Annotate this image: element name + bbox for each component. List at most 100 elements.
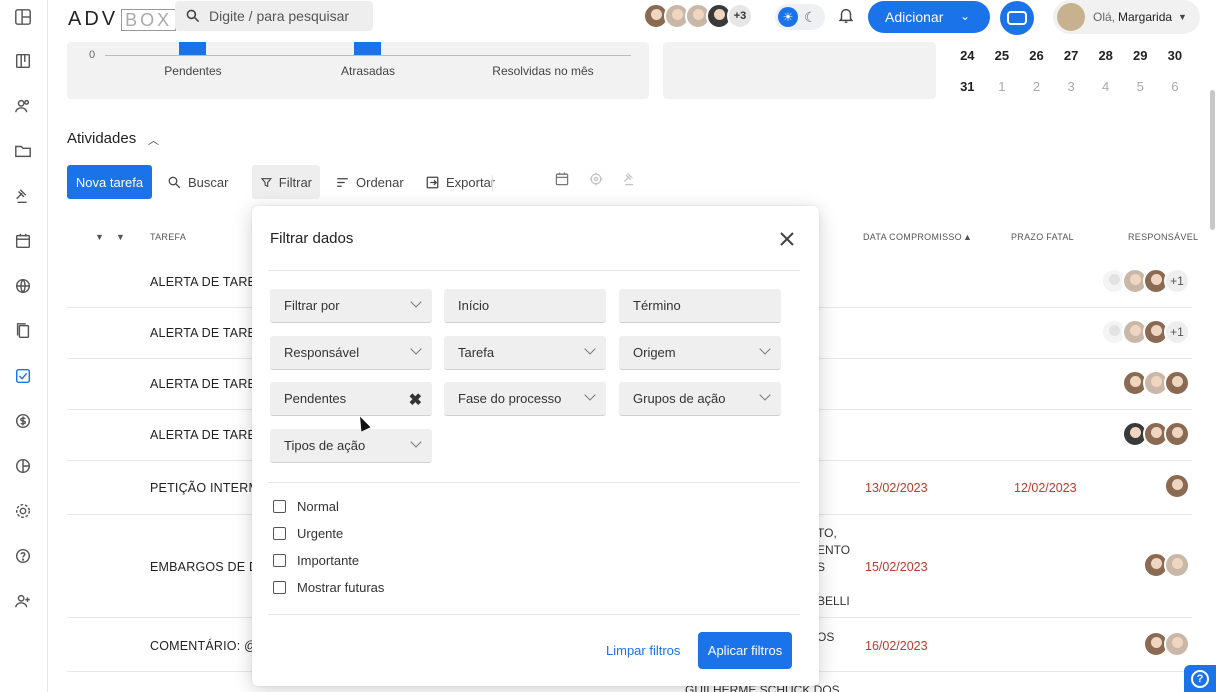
select-dropdown-icon[interactable]: ▼	[116, 232, 125, 242]
task-title[interactable]: EMBARGOS DE D	[150, 560, 258, 574]
task-title[interactable]: PETIÇÃO INTERM	[150, 481, 259, 495]
filter-button[interactable]: Filtrar	[252, 165, 320, 199]
avatar-more: +1	[1164, 268, 1190, 294]
search-button[interactable]: Buscar	[159, 165, 236, 199]
board-icon[interactable]	[12, 50, 34, 72]
task-title[interactable]: COMENTÁRIO: @:	[150, 639, 261, 653]
field-label: Início	[458, 298, 490, 313]
chevron-down-icon	[584, 389, 596, 401]
start-date-field[interactable]: Início	[444, 289, 606, 323]
responsible-avatars[interactable]: +1	[1101, 268, 1190, 294]
checkbox-important[interactable]: Importante	[273, 553, 359, 568]
calendar-day[interactable]: 24	[950, 48, 985, 63]
calendar-day[interactable]: 25	[985, 48, 1020, 63]
calendar-day[interactable]: 28	[1088, 48, 1123, 63]
avatar-more[interactable]: +3	[727, 3, 753, 29]
action-groups-select[interactable]: Grupos de ação	[619, 382, 781, 416]
scrollbar[interactable]	[1210, 90, 1215, 230]
col-responsible[interactable]: RESPONSÁVEL	[1128, 232, 1198, 242]
target-icon[interactable]	[588, 171, 606, 189]
folder-icon[interactable]	[12, 140, 34, 162]
chevron-up-icon[interactable]: ︿	[148, 132, 159, 148]
close-icon[interactable]	[776, 228, 798, 250]
sort-button[interactable]: Ordenar	[327, 165, 412, 199]
top-bar: ADV BOX Digite / para pesquisar +3 ☀ ☾ A…	[48, 0, 1216, 42]
calendar-day[interactable]: 31	[950, 79, 985, 94]
checkbox[interactable]	[273, 554, 286, 567]
responsible-avatars[interactable]	[1143, 631, 1190, 657]
calendar-day-next-month[interactable]: 6	[1158, 79, 1193, 94]
chart-icon[interactable]	[12, 455, 34, 477]
mini-calendar: 24 25 26 27 28 29 30 31 1 2 3 4 5 6	[950, 40, 1195, 102]
globe-icon[interactable]	[12, 275, 34, 297]
task-select[interactable]: Tarefa	[444, 336, 606, 370]
logo[interactable]: ADV BOX	[68, 8, 177, 31]
task-title[interactable]: ALERTA DE TAREI	[150, 377, 260, 391]
modal-divider	[268, 482, 800, 483]
calendar-day[interactable]: 27	[1054, 48, 1089, 63]
search-input[interactable]: Digite / para pesquisar	[175, 1, 373, 31]
calendar-icon[interactable]	[12, 230, 34, 252]
calendar-day-next-month[interactable]: 1	[985, 79, 1020, 94]
col-date[interactable]: DATA COMPROMISSO	[863, 232, 962, 242]
calendar-day-next-month[interactable]: 5	[1123, 79, 1158, 94]
help-icon[interactable]	[12, 545, 34, 567]
people-icon[interactable]	[12, 95, 34, 117]
checkbox[interactable]	[273, 527, 286, 540]
help-button[interactable]: ?	[1184, 665, 1216, 692]
calendar-day-next-month[interactable]: 2	[1019, 79, 1054, 94]
detail-line: TO,	[817, 526, 837, 540]
clear-icon[interactable]: ✖	[409, 390, 422, 410]
action-types-select[interactable]: Tipos de ação	[270, 429, 432, 463]
calendar-day-next-month[interactable]: 4	[1088, 79, 1123, 94]
gavel-icon[interactable]	[622, 171, 640, 189]
export-button[interactable]: Exportar	[417, 165, 503, 199]
new-task-button[interactable]: Nova tarefa	[67, 165, 152, 199]
calendar-view-icon[interactable]	[554, 171, 572, 189]
add-user-icon[interactable]	[12, 590, 34, 612]
col-deadline[interactable]: PRAZO FATAL	[1011, 232, 1074, 242]
end-date-field[interactable]: Término	[619, 289, 781, 323]
calendar-day[interactable]: 26	[1019, 48, 1054, 63]
bell-icon[interactable]	[837, 6, 857, 26]
calendar-day[interactable]: 30	[1158, 48, 1193, 63]
checkbox[interactable]	[273, 581, 286, 594]
tasks-icon[interactable]	[12, 365, 34, 387]
sidebar	[0, 0, 48, 692]
apply-filters-button[interactable]: Aplicar filtros	[698, 632, 792, 669]
col-task[interactable]: TAREFA	[150, 232, 186, 242]
checkbox-urgent[interactable]: Urgente	[273, 526, 343, 541]
responsible-avatars[interactable]	[1122, 421, 1190, 447]
settings-icon[interactable]	[12, 500, 34, 522]
status-select[interactable]: Pendentes ✖	[270, 382, 432, 416]
money-icon[interactable]	[12, 410, 34, 432]
documents-icon[interactable]	[12, 320, 34, 342]
checkbox[interactable]	[273, 500, 286, 513]
responsible-select[interactable]: Responsável	[270, 336, 432, 370]
add-button[interactable]: Adicionar ⌄	[868, 1, 990, 33]
calendar-day-next-month[interactable]: 3	[1054, 79, 1089, 94]
user-menu[interactable]: Olá, Margarida ▼	[1053, 0, 1200, 34]
field-value: Pendentes	[284, 391, 347, 406]
theme-toggle[interactable]: ☀ ☾	[775, 4, 825, 30]
task-title[interactable]: ALERTA DE TAREI	[150, 428, 260, 442]
responsible-avatars[interactable]: +1	[1101, 319, 1190, 345]
assistant-bot-icon[interactable]	[1000, 1, 1034, 35]
task-title[interactable]: ALERTA DE TAREI	[150, 326, 260, 340]
responsible-avatars[interactable]	[1164, 473, 1190, 499]
expand-icon[interactable]: ▼	[95, 232, 104, 242]
origin-select[interactable]: Origem	[619, 336, 781, 370]
process-phase-select[interactable]: Fase do processo	[444, 382, 606, 416]
filter-by-select[interactable]: Filtrar por	[270, 289, 432, 323]
gavel-icon[interactable]	[12, 185, 34, 207]
clear-filters-button[interactable]: Limpar filtros	[606, 643, 680, 658]
logo-box: BOX	[121, 8, 177, 31]
responsible-avatars[interactable]	[1143, 552, 1190, 578]
checkbox-normal[interactable]: Normal	[273, 499, 339, 514]
task-title[interactable]: ALERTA DE TAREI	[150, 275, 260, 289]
team-avatars[interactable]: +3	[643, 3, 753, 29]
responsible-avatars[interactable]	[1122, 370, 1190, 396]
layout-icon[interactable]	[12, 6, 34, 28]
calendar-day[interactable]: 29	[1123, 48, 1158, 63]
checkbox-show-future[interactable]: Mostrar futuras	[273, 580, 384, 595]
